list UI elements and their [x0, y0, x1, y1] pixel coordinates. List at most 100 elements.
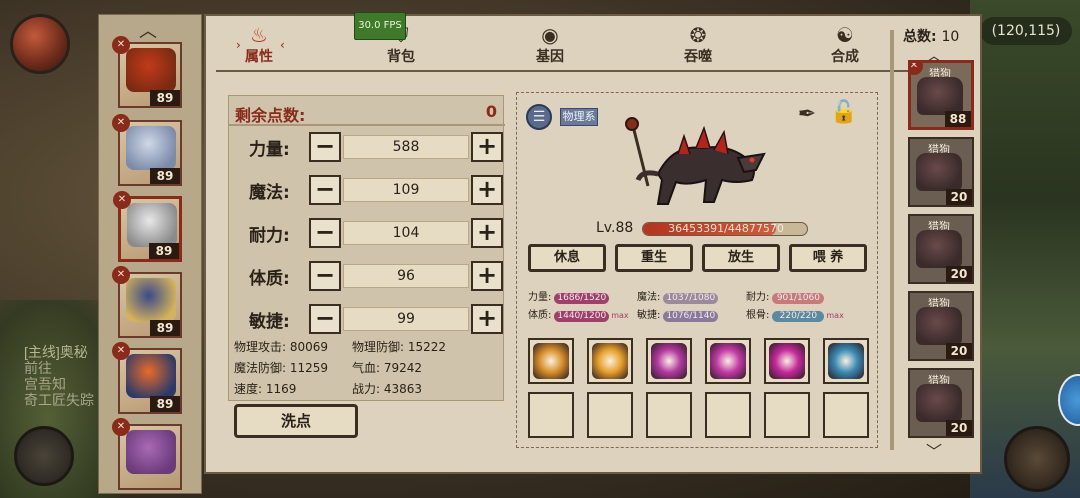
fps-counter: 30.0 FPS	[354, 12, 406, 40]
pet-hp-bar: 36453391/44877570	[642, 222, 808, 236]
empty-skill-slot[interactable]	[528, 392, 574, 438]
stat-speed: 速度: 1169	[234, 382, 297, 396]
attribute-value: 96	[343, 264, 469, 288]
attribute-value: 99	[343, 307, 469, 331]
skill-slot[interactable]	[764, 338, 810, 384]
increase-button[interactable]: +	[471, 304, 503, 334]
home-button[interactable]	[1004, 426, 1070, 492]
close-icon[interactable]: ✕	[911, 63, 923, 75]
hero-card[interactable]: ✕ 89	[112, 114, 182, 186]
magic-burst-icon	[769, 343, 805, 379]
hero-portrait	[126, 430, 176, 474]
skill-slot[interactable]	[646, 338, 692, 384]
attribute-label: 力量:	[249, 140, 290, 160]
skill-slot[interactable]	[823, 338, 869, 384]
tab-fusion[interactable]: ☯ 合成	[800, 16, 890, 72]
empty-skill-slot[interactable]	[705, 392, 751, 438]
hero-card[interactable]: ✕ 89	[112, 266, 182, 338]
pet-type-badge: 物理系	[560, 108, 598, 126]
pet-level: 20	[946, 343, 972, 359]
hero-card[interactable]: ✕ 89	[112, 36, 182, 108]
feed-button[interactable]: 喂 养	[789, 244, 867, 272]
hero-card[interactable]: ✕	[112, 418, 182, 490]
growth-value: 1037/1080	[663, 293, 719, 304]
player-avatar[interactable]	[10, 14, 70, 74]
tab-active-right-arrow-icon: ‹	[280, 38, 285, 52]
tab-attributes[interactable]: › ♨ 属性 ‹	[214, 16, 304, 72]
lightning-slash-icon	[533, 343, 569, 379]
fusion-icon: ☯	[836, 23, 854, 47]
release-button[interactable]: 放生	[702, 244, 780, 272]
pet-list-scrollbar[interactable]	[890, 30, 894, 450]
skill-shortcut-button[interactable]	[14, 426, 74, 486]
skill-slot[interactable]	[528, 338, 574, 384]
eye-icon: ◉	[541, 23, 559, 47]
rest-button[interactable]: 休息	[528, 244, 606, 272]
unlock-icon[interactable]: 🔓	[830, 100, 858, 130]
pet-card[interactable]: 猎狗 20	[908, 368, 974, 438]
list-icon[interactable]: ☰	[526, 104, 552, 130]
derived-stats: 物理攻击: 80069 物理防御: 15222 魔法防御: 11259 气血: …	[228, 334, 504, 398]
skill-slot[interactable]	[587, 338, 633, 384]
pet-growth-stat: 力量: 1686/1520	[528, 288, 610, 304]
growth-value: 220/220	[772, 311, 825, 322]
total-value: 10	[941, 29, 960, 45]
quest-line: 前往	[24, 360, 52, 376]
decrease-button[interactable]: −	[309, 261, 341, 291]
pet-card[interactable]: ✕ 猎狗 88	[908, 60, 974, 130]
flame-icon: ♨	[250, 23, 268, 47]
pet-face	[917, 77, 963, 115]
scroll-up-icon[interactable]: ︿	[139, 17, 157, 43]
pet-face	[916, 153, 962, 191]
reset-points-button[interactable]: 洗点	[234, 404, 358, 438]
increase-button[interactable]: +	[471, 218, 503, 248]
pet-face	[916, 230, 962, 268]
max-tag: max	[826, 311, 844, 320]
empty-skill-slot[interactable]	[646, 392, 692, 438]
hero-level: 89	[150, 320, 180, 336]
pet-growth-stat: 体质: 1440/1200 max	[528, 306, 629, 322]
stat-physical-attack: 物理攻击: 80069	[234, 340, 329, 354]
hero-portrait	[126, 354, 176, 398]
decrease-button[interactable]: −	[309, 175, 341, 205]
rebirth-button[interactable]: 重生	[615, 244, 693, 272]
growth-value: 901/1060	[772, 293, 825, 304]
empty-skill-slot[interactable]	[587, 392, 633, 438]
tab-label: 背包	[387, 49, 415, 65]
empty-skill-slot[interactable]	[764, 392, 810, 438]
hero-level: 89	[150, 396, 180, 412]
tab-devour[interactable]: ❂ 吞噬	[653, 16, 743, 72]
growth-label: 魔法:	[637, 292, 661, 303]
pet-card[interactable]: 猎狗 20	[908, 214, 974, 284]
growth-value: 1440/1200	[554, 311, 610, 322]
divider	[216, 70, 970, 72]
quest-tracker[interactable]: [主线]奥秘 前往 宫吾知 奇工匠失踪	[24, 344, 104, 408]
pet-card[interactable]: 猎狗 20	[908, 137, 974, 207]
skill-slot[interactable]	[705, 338, 751, 384]
attribute-row-magic: 魔法: − 109 +	[229, 173, 505, 207]
decrease-button[interactable]: −	[309, 132, 341, 162]
increase-button[interactable]: +	[471, 175, 503, 205]
increase-button[interactable]: +	[471, 261, 503, 291]
feather-icon[interactable]: ✒	[794, 102, 820, 130]
decrease-button[interactable]: −	[309, 218, 341, 248]
hero-card[interactable]: ✕ 89	[113, 191, 182, 262]
attribute-value: 109	[343, 178, 469, 202]
pet-level: 20	[946, 189, 972, 205]
swirl-icon: ❂	[689, 23, 707, 47]
pet-growth-stat: 敏捷: 1076/1140	[637, 306, 719, 322]
map-coordinates: (120,115)	[980, 17, 1072, 45]
pet-level: Lv.88	[596, 220, 634, 236]
increase-button[interactable]: +	[471, 132, 503, 162]
hero-card[interactable]: ✕ 89	[112, 342, 182, 414]
scroll-down-icon[interactable]: ﹀	[926, 438, 942, 462]
pet-card[interactable]: 猎狗 20	[908, 291, 974, 361]
pet-level: 20	[946, 266, 972, 282]
ice-shard-icon	[828, 343, 864, 379]
tab-gene[interactable]: ◉ 基因	[505, 16, 595, 72]
attribute-row-strength: 力量: − 588 +	[229, 130, 505, 164]
quest-line: 奇工匠失踪	[24, 392, 94, 408]
decrease-button[interactable]: −	[309, 304, 341, 334]
pet-growth-stat: 根骨: 220/220 max	[746, 306, 844, 322]
empty-skill-slot[interactable]	[823, 392, 869, 438]
